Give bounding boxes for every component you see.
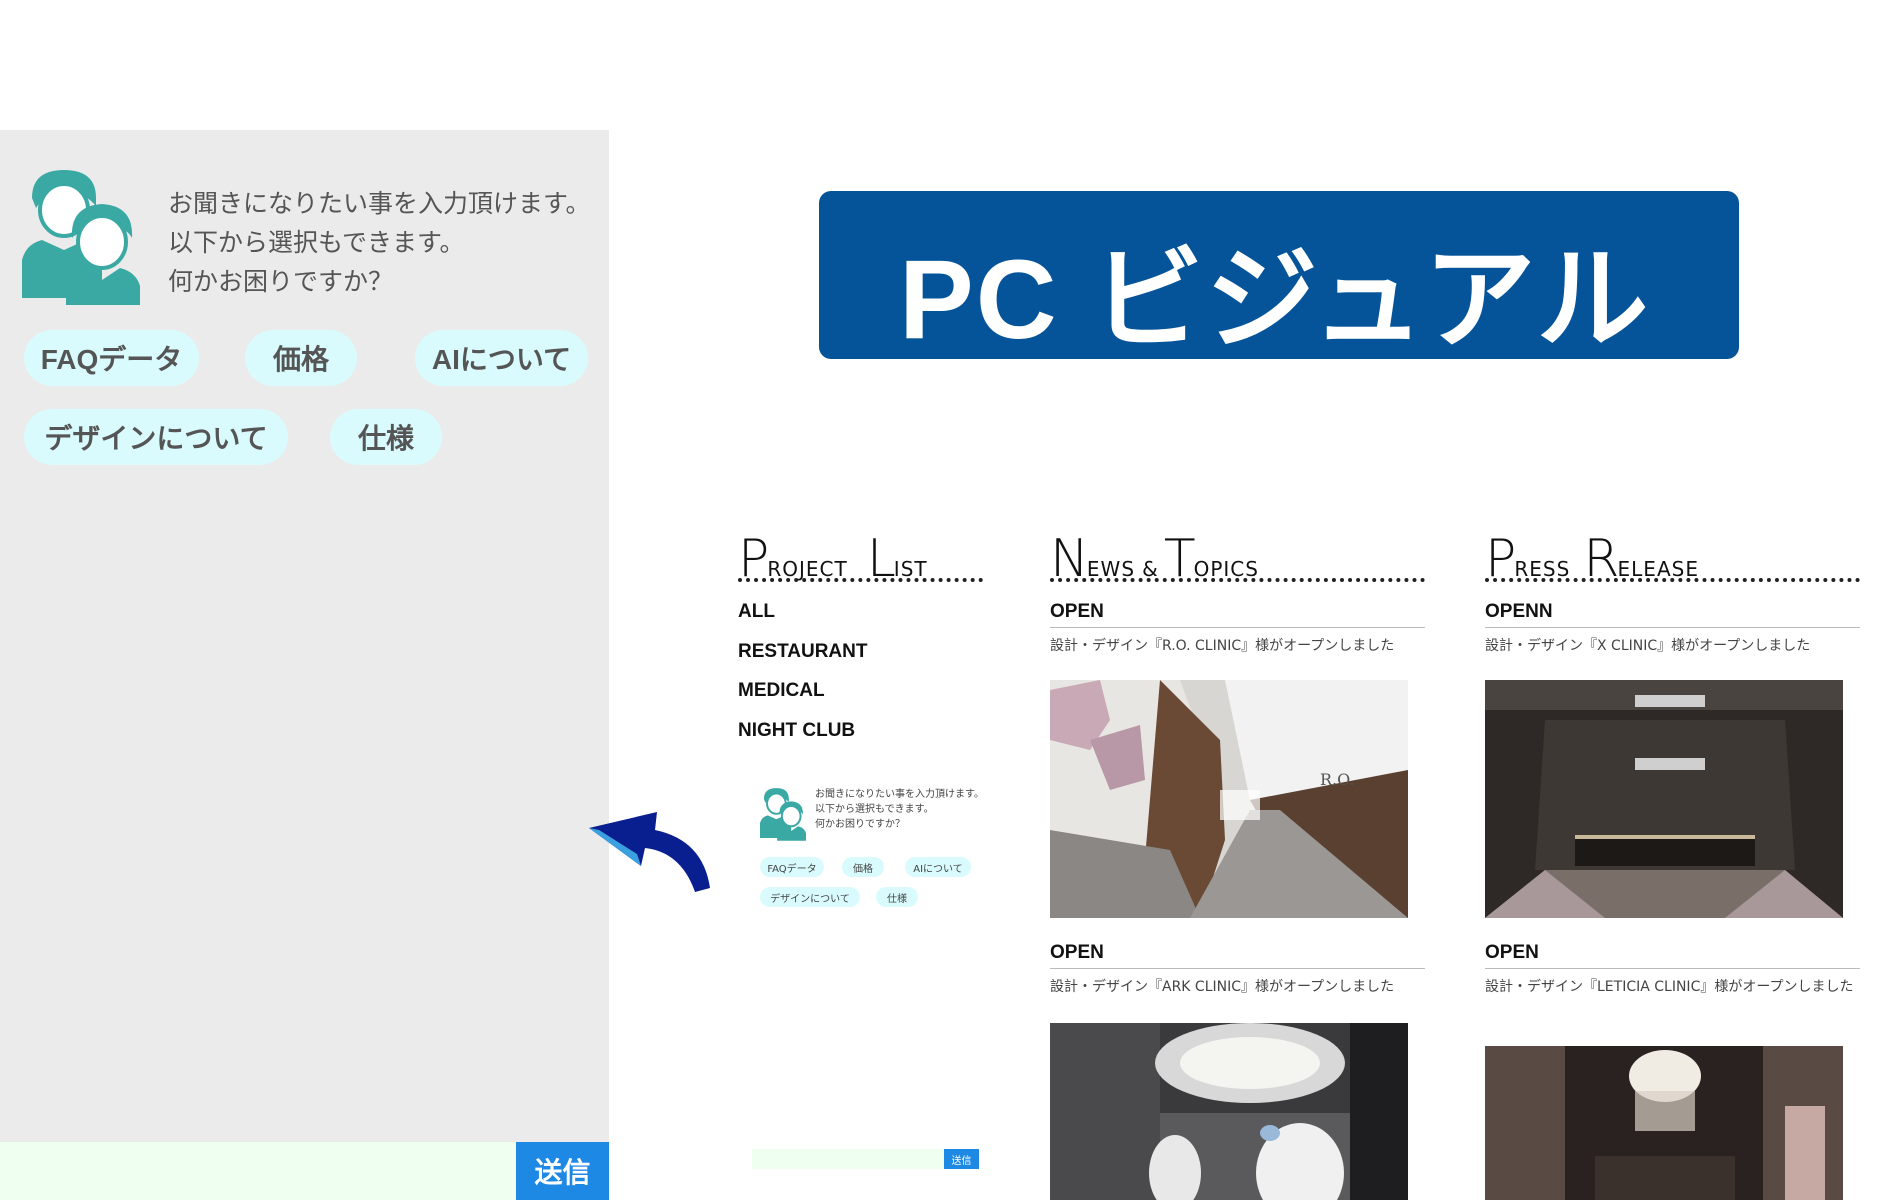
news-divider bbox=[1050, 627, 1425, 628]
clinic-photo-x[interactable] bbox=[1485, 680, 1843, 918]
curved-back-arrow-icon bbox=[589, 812, 710, 892]
project-filter-nightclub[interactable]: NIGHT CLUB bbox=[738, 720, 855, 742]
chip-price[interactable]: 価格 bbox=[245, 330, 357, 386]
users-avatar-icon bbox=[22, 170, 140, 305]
press-divider bbox=[1485, 968, 1860, 969]
mini-chip-faq[interactable]: FAQデータ bbox=[760, 857, 824, 877]
mini-chip-spec[interactable]: 仕様 bbox=[876, 887, 918, 907]
clinic-photo-ro-image: R.O. bbox=[1050, 680, 1408, 918]
mini-chip-ai[interactable]: AIについて bbox=[905, 857, 971, 877]
press-label[interactable]: OPENN bbox=[1485, 601, 1553, 623]
project-filter-medical[interactable]: MEDICAL bbox=[738, 680, 825, 702]
mini-chip-price[interactable]: 価格 bbox=[842, 857, 884, 877]
news-description[interactable]: 設計・デザイン『R.O. CLINIC』様がオープンしました bbox=[1050, 635, 1425, 657]
press-description[interactable]: 設計・デザイン『X CLINIC』様がオープンしました bbox=[1485, 635, 1860, 657]
chat-intro-line: 以下から選択もできます。 bbox=[168, 228, 465, 257]
chip-spec[interactable]: 仕様 bbox=[330, 409, 442, 465]
project-filter-restaurant[interactable]: RESTAURANT bbox=[738, 641, 867, 663]
chip-design[interactable]: デザインについて bbox=[24, 409, 288, 465]
chat-input-row: 送信 bbox=[0, 1142, 609, 1200]
clinic-photo-ark-image bbox=[1050, 1023, 1408, 1200]
pc-visual-banner: PC ビジュアル bbox=[819, 191, 1739, 362]
chip-ai[interactable]: AIについて bbox=[415, 330, 588, 386]
chat-panel: お聞きになりたい事を入力頂けます。 以下から選択もできます。 何かお困りですか？… bbox=[0, 130, 609, 1200]
mini-chip-design[interactable]: デザインについて bbox=[760, 887, 860, 907]
dotted-divider bbox=[1050, 578, 1425, 582]
mini-intro-line: 何かお困りですか？ bbox=[815, 819, 905, 830]
news-divider bbox=[1050, 968, 1425, 969]
mini-chat-input[interactable] bbox=[752, 1149, 944, 1169]
mini-chat-intro: お聞きになりたい事を入力頂けます。 以下から選択もできます。 何かお困りですか？ bbox=[815, 787, 984, 832]
users-avatar-icon bbox=[760, 788, 806, 841]
mini-send-button[interactable]: 送信 bbox=[944, 1149, 979, 1169]
banner-title: PC ビジュアル bbox=[899, 237, 1651, 362]
clinic-photo-leticia[interactable] bbox=[1485, 1046, 1843, 1200]
clinic-photo-ro[interactable]: R.O. bbox=[1050, 680, 1408, 918]
news-label[interactable]: OPEN bbox=[1050, 942, 1104, 964]
clinic-photo-ark[interactable] bbox=[1050, 1023, 1408, 1200]
news-label[interactable]: OPEN bbox=[1050, 601, 1104, 623]
mini-intro-line: お聞きになりたい事を入力頂けます。 bbox=[815, 789, 984, 800]
chip-faq[interactable]: FAQデータ bbox=[24, 330, 199, 386]
chat-intro-line: お聞きになりたい事を入力頂けます。 bbox=[168, 189, 591, 218]
mini-chat-widget: お聞きになりたい事を入力頂けます。 以下から選択もできます。 何かお困りですか？… bbox=[760, 785, 984, 915]
press-label[interactable]: OPEN bbox=[1485, 942, 1539, 964]
clinic-photo-leticia-image bbox=[1485, 1046, 1843, 1200]
chat-input[interactable] bbox=[0, 1142, 516, 1200]
press-description[interactable]: 設計・デザイン『LETICIA CLINIC』様がオープンしました bbox=[1485, 976, 1860, 998]
dotted-divider bbox=[1485, 578, 1860, 582]
project-filter-all[interactable]: ALL bbox=[738, 601, 775, 623]
website-preview: PROJECT LIST ALL RESTAURANT MEDICAL NIGH… bbox=[720, 505, 1900, 1200]
svg-text:R.O.: R.O. bbox=[1320, 770, 1354, 789]
dotted-divider bbox=[738, 578, 983, 582]
send-button[interactable]: 送信 bbox=[516, 1142, 609, 1200]
mini-intro-line: 以下から選択もできます。 bbox=[815, 804, 934, 815]
chat-intro-text: お聞きになりたい事を入力頂けます。 以下から選択もできます。 何かお困りですか？ bbox=[168, 184, 591, 301]
chat-intro-line: 何かお困りですか？ bbox=[168, 267, 394, 296]
press-divider bbox=[1485, 627, 1860, 628]
news-description[interactable]: 設計・デザイン『ARK CLINIC』様がオープンしました bbox=[1050, 976, 1425, 998]
clinic-photo-x-image bbox=[1485, 680, 1843, 918]
